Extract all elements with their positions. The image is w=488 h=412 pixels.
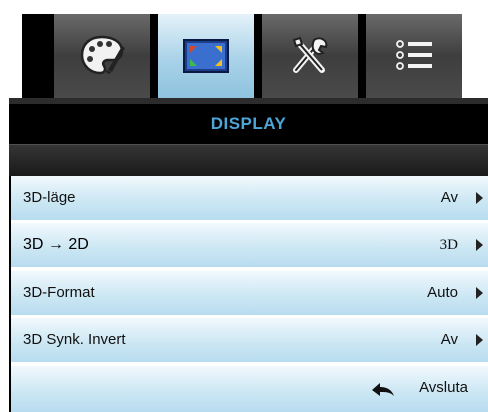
menu-row-value: Av bbox=[440, 189, 458, 206]
submenu-bar bbox=[9, 144, 488, 176]
arrow-right-icon bbox=[476, 239, 483, 251]
menu-row-label: 3D → 2D bbox=[23, 236, 89, 253]
menu-row-value: Auto bbox=[427, 284, 458, 301]
return-arrow-icon bbox=[372, 383, 394, 396]
menu-row-label: 3D Synk. Invert bbox=[23, 331, 126, 348]
page-title: DISPLAY bbox=[210, 114, 287, 133]
menu-row-label: 3D-läge bbox=[23, 189, 76, 206]
palette-icon bbox=[80, 35, 125, 75]
menu-row-3d-sync-invert[interactable]: 3D Synk. Invert Av bbox=[11, 318, 488, 364]
arrow-right-icon bbox=[476, 334, 483, 346]
tab-bar bbox=[22, 14, 462, 98]
projector-osd-menu: DISPLAY 3D-läge Av 3D → 2D 3D 3D-Format … bbox=[0, 0, 488, 412]
exit-button[interactable]: Avsluta bbox=[419, 366, 468, 410]
footer-bar: Avsluta bbox=[11, 366, 488, 412]
tools-icon bbox=[292, 36, 328, 73]
tab-display[interactable] bbox=[158, 14, 254, 98]
menu-row-3d-format[interactable]: 3D-Format Auto bbox=[11, 271, 488, 317]
menu-row-3d-to-2d[interactable]: 3D → 2D 3D bbox=[11, 223, 488, 269]
list-menu-icon bbox=[396, 40, 432, 70]
menu-row-value: Av bbox=[440, 331, 458, 348]
display-screen-icon bbox=[183, 39, 229, 73]
menu-row-value: 3D bbox=[439, 237, 458, 253]
arrow-right-icon bbox=[476, 192, 483, 204]
menu-row-label: 3D-Format bbox=[23, 284, 95, 301]
tab-setup[interactable] bbox=[262, 14, 358, 98]
arrow-right-icon bbox=[476, 287, 483, 299]
menu-row-3d-mode[interactable]: 3D-läge Av bbox=[11, 176, 488, 222]
tab-image-settings[interactable] bbox=[54, 14, 150, 98]
tab-options[interactable] bbox=[366, 14, 462, 98]
